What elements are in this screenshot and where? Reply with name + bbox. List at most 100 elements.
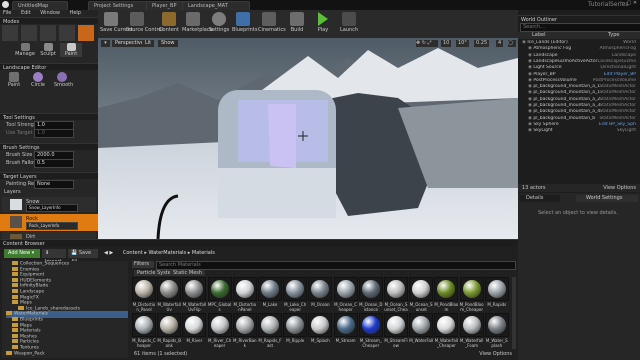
brush-smooth[interactable]: Smooth xyxy=(54,72,73,88)
scale-snap[interactable]: 0.25 xyxy=(474,40,490,47)
asset-tile[interactable]: M_Lake_Cheaper xyxy=(283,277,308,315)
asset-tile[interactable]: M_Waterfall_Cheaper xyxy=(434,313,459,351)
window-controls[interactable]: — ▢ ✕ xyxy=(620,0,640,8)
save-all-button[interactable]: 💾 Save All xyxy=(68,249,98,265)
lit-button[interactable]: Lit xyxy=(142,40,155,47)
add-new-button[interactable]: Add New ▾ xyxy=(4,249,40,258)
tab-details[interactable]: Details xyxy=(520,195,560,202)
outliner-row[interactable]: ◉ pl_background_mountain_a_1 StaticMeshAc… xyxy=(520,84,638,90)
tab-world-settings[interactable]: World Settings xyxy=(576,195,638,202)
settings-button[interactable]: Settings xyxy=(208,12,230,38)
layer-info-field[interactable]: Snow_LayerInfo xyxy=(26,204,78,212)
outliner-search[interactable]: Search... xyxy=(520,23,640,32)
landscape-mode-icon[interactable] xyxy=(40,25,56,41)
grid-snap[interactable]: 10 xyxy=(441,40,452,47)
target-layers-header[interactable]: Target Layers xyxy=(0,172,98,179)
outliner-row[interactable]: ◉ Sky Sphere Edit BP_Sky_Sph xyxy=(520,122,638,128)
asset-tile[interactable]: M_PondBloom_Cheaper xyxy=(459,277,484,315)
filters-button[interactable]: Filters xyxy=(132,261,154,268)
painting-restriction-select[interactable]: None xyxy=(34,180,74,189)
asset-tile[interactable]: M_Water_Splash xyxy=(484,313,509,351)
asset-search[interactable]: Search Materials xyxy=(156,261,516,270)
filter-chip[interactable]: Static Mesh xyxy=(170,270,206,276)
scrollbar[interactable] xyxy=(512,277,516,349)
viewport-options-button[interactable]: ▾ xyxy=(101,40,110,47)
foliage-mode-icon[interactable] xyxy=(59,25,75,41)
outliner-row[interactable]: ◉ SkyLight SkyLight xyxy=(520,128,638,134)
label-column[interactable]: Label xyxy=(532,32,546,38)
build-button[interactable]: Build xyxy=(286,12,308,38)
asset-tile[interactable]: M_StreamFlow xyxy=(384,313,408,351)
outliner-row[interactable]: ◉ pl_background_mountain_a_2 StaticMeshAc… xyxy=(520,97,638,103)
outliner-row[interactable]: ◉ Ice_Lands (Editor) World xyxy=(520,40,638,46)
asset-tile[interactable]: MPC_Globals xyxy=(207,277,232,315)
import-button[interactable]: ⬇ Import xyxy=(42,249,66,265)
asset-tile[interactable]: M_Ocean_Distance xyxy=(358,277,383,315)
outliner-row[interactable]: ◉ pl_background_mountain_a_1 StaticMeshAc… xyxy=(520,90,638,96)
outliner-row[interactable]: ◉ pl_background_mountain_a_3 StaticMeshAc… xyxy=(520,103,638,109)
breadcrumb-content[interactable]: Content xyxy=(123,250,143,256)
outliner-row[interactable]: ◉ pl_background_mountain_a_4 StaticMeshAc… xyxy=(520,109,638,115)
tool-settings-header[interactable]: Tool Settings xyxy=(0,113,98,120)
cinematics-button[interactable]: Cinematics xyxy=(258,12,286,38)
asset-tile[interactable]: M_Splash xyxy=(308,313,333,351)
view-options-button[interactable]: View Options xyxy=(603,185,636,191)
asset-tile[interactable]: M_Ripple xyxy=(283,313,308,351)
play-button[interactable]: Play xyxy=(312,12,334,38)
marketplace-button[interactable]: Marketplace xyxy=(182,12,213,38)
tool-paint[interactable]: Paint xyxy=(60,43,82,57)
asset-tile[interactable]: M_Rapids_Fast xyxy=(258,313,282,351)
asset-tile[interactable]: M_Stream_Cheaper xyxy=(358,313,383,351)
transform-tools[interactable]: ✥ ↻ ⤢ xyxy=(416,40,438,47)
asset-tile[interactable]: M_Waterfall_Foam xyxy=(459,313,484,351)
angle-snap[interactable]: 10° xyxy=(456,40,469,47)
tool-manage[interactable]: Manage xyxy=(14,43,36,57)
asset-tile[interactable]: M_Rapids xyxy=(484,277,509,315)
menu-help[interactable]: Help xyxy=(70,10,81,16)
outliner-row[interactable]: ◉ Landscape Landscape xyxy=(520,53,638,59)
outliner-row[interactable]: ◉ Light Source DirectionalLight xyxy=(520,65,638,71)
asset-tile[interactable]: M_PondBloom xyxy=(434,277,459,315)
geometry-mode-icon[interactable] xyxy=(78,25,94,41)
outliner-row[interactable]: ◉ Atmospheric Fog AtmosphericFog xyxy=(520,46,638,52)
brush-paint[interactable]: Paint xyxy=(6,72,22,88)
asset-tile[interactable]: M_River_Cheaper xyxy=(207,313,232,351)
back-icon[interactable]: ◀ ▶ xyxy=(104,250,113,256)
menu-file[interactable]: File xyxy=(3,10,11,16)
source-control-button[interactable]: Source Control xyxy=(126,12,163,38)
asset-tile[interactable]: M_Distortion_Panel xyxy=(132,277,156,315)
folder-tree-item[interactable]: Weapon_Pack xyxy=(6,350,45,358)
asset-tile[interactable]: M_Ocean_Sunset_Cheaper xyxy=(384,277,408,315)
outliner-row[interactable]: ◉ Player_BP Edit Player_BP xyxy=(520,72,638,78)
view-options-button[interactable]: View Options xyxy=(479,351,512,357)
asset-tile[interactable]: M_Rapids_Bank xyxy=(157,313,182,351)
menu-edit[interactable]: Edit xyxy=(21,10,31,16)
asset-tile[interactable]: M_Ocean_Cheaper xyxy=(333,277,358,315)
outliner-type[interactable]: Edit BP_Sky_Sph xyxy=(599,122,636,127)
asset-tile[interactable]: M_WaterfallUvFlip xyxy=(182,277,207,315)
outliner-row[interactable]: ◉ LandscapeGizmoActiveActor LandscapeGizm… xyxy=(520,59,638,65)
tool-sculpt[interactable]: Sculpt xyxy=(37,43,59,57)
breadcrumb-watermaterials[interactable]: WaterMaterials xyxy=(148,250,186,256)
outliner-row[interactable]: ◉ PostProcessVolume PostProcessVolume xyxy=(520,78,638,84)
asset-tile[interactable]: M_Ocean xyxy=(308,277,333,315)
asset-tile[interactable]: M_Ocean_Sunset xyxy=(409,277,434,315)
outliner-row[interactable]: ◉ pl_background_mountain_b StaticMeshActo… xyxy=(520,116,638,122)
asset-tile[interactable]: M_WaterfallUv xyxy=(157,277,182,315)
layer-row[interactable]: Rock Rock_LayerInfo xyxy=(0,214,98,231)
menu-window[interactable]: Window xyxy=(40,10,60,16)
asset-tile[interactable]: M_DistortionPanel xyxy=(232,277,257,315)
level-viewport[interactable]: ▾ Perspective Lit Show ✥ ↻ ⤢ 10 10° 0.25… xyxy=(98,38,518,239)
maximize-icon[interactable]: ▢ xyxy=(508,40,516,47)
launch-button[interactable]: Launch xyxy=(338,12,360,38)
asset-tile[interactable]: M_Rapids_Cheaper xyxy=(132,313,156,351)
brush-settings-header[interactable]: Brush Settings xyxy=(0,143,98,150)
asset-tile[interactable]: M_RiverBank xyxy=(232,313,257,351)
landscape-editor-header[interactable]: Landscape Editor xyxy=(0,63,98,70)
paint-mode-icon[interactable] xyxy=(21,25,37,41)
use-target-field[interactable]: 1.0 xyxy=(34,129,74,138)
blueprints-button[interactable]: Blueprints xyxy=(232,12,257,38)
show-button[interactable]: Show xyxy=(158,40,178,47)
type-column[interactable]: Type xyxy=(608,32,619,38)
brush-circle[interactable]: Circle xyxy=(30,72,46,88)
